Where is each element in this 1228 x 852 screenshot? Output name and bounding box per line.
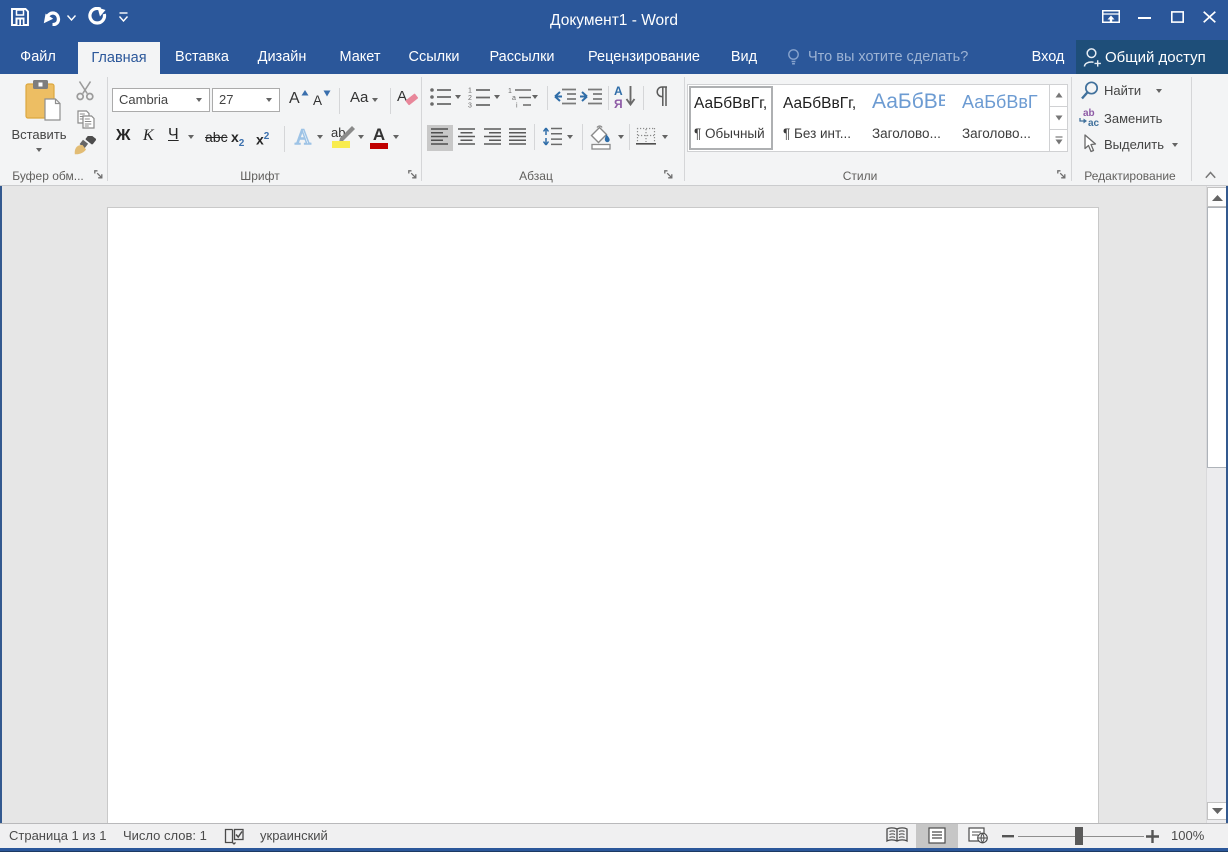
svg-text:А: А	[295, 126, 311, 148]
svg-text:А: А	[373, 125, 385, 144]
svg-text:2: 2	[468, 95, 472, 102]
svg-text:А: А	[614, 84, 623, 98]
svg-text:a: a	[512, 95, 516, 102]
svg-text:3: 3	[468, 103, 472, 109]
svg-text:1: 1	[508, 88, 512, 95]
svg-text:1: 1	[468, 88, 472, 95]
svg-text:ac: ac	[1088, 118, 1100, 127]
svg-text:i: i	[516, 103, 518, 109]
svg-text:Я: Я	[614, 97, 623, 109]
